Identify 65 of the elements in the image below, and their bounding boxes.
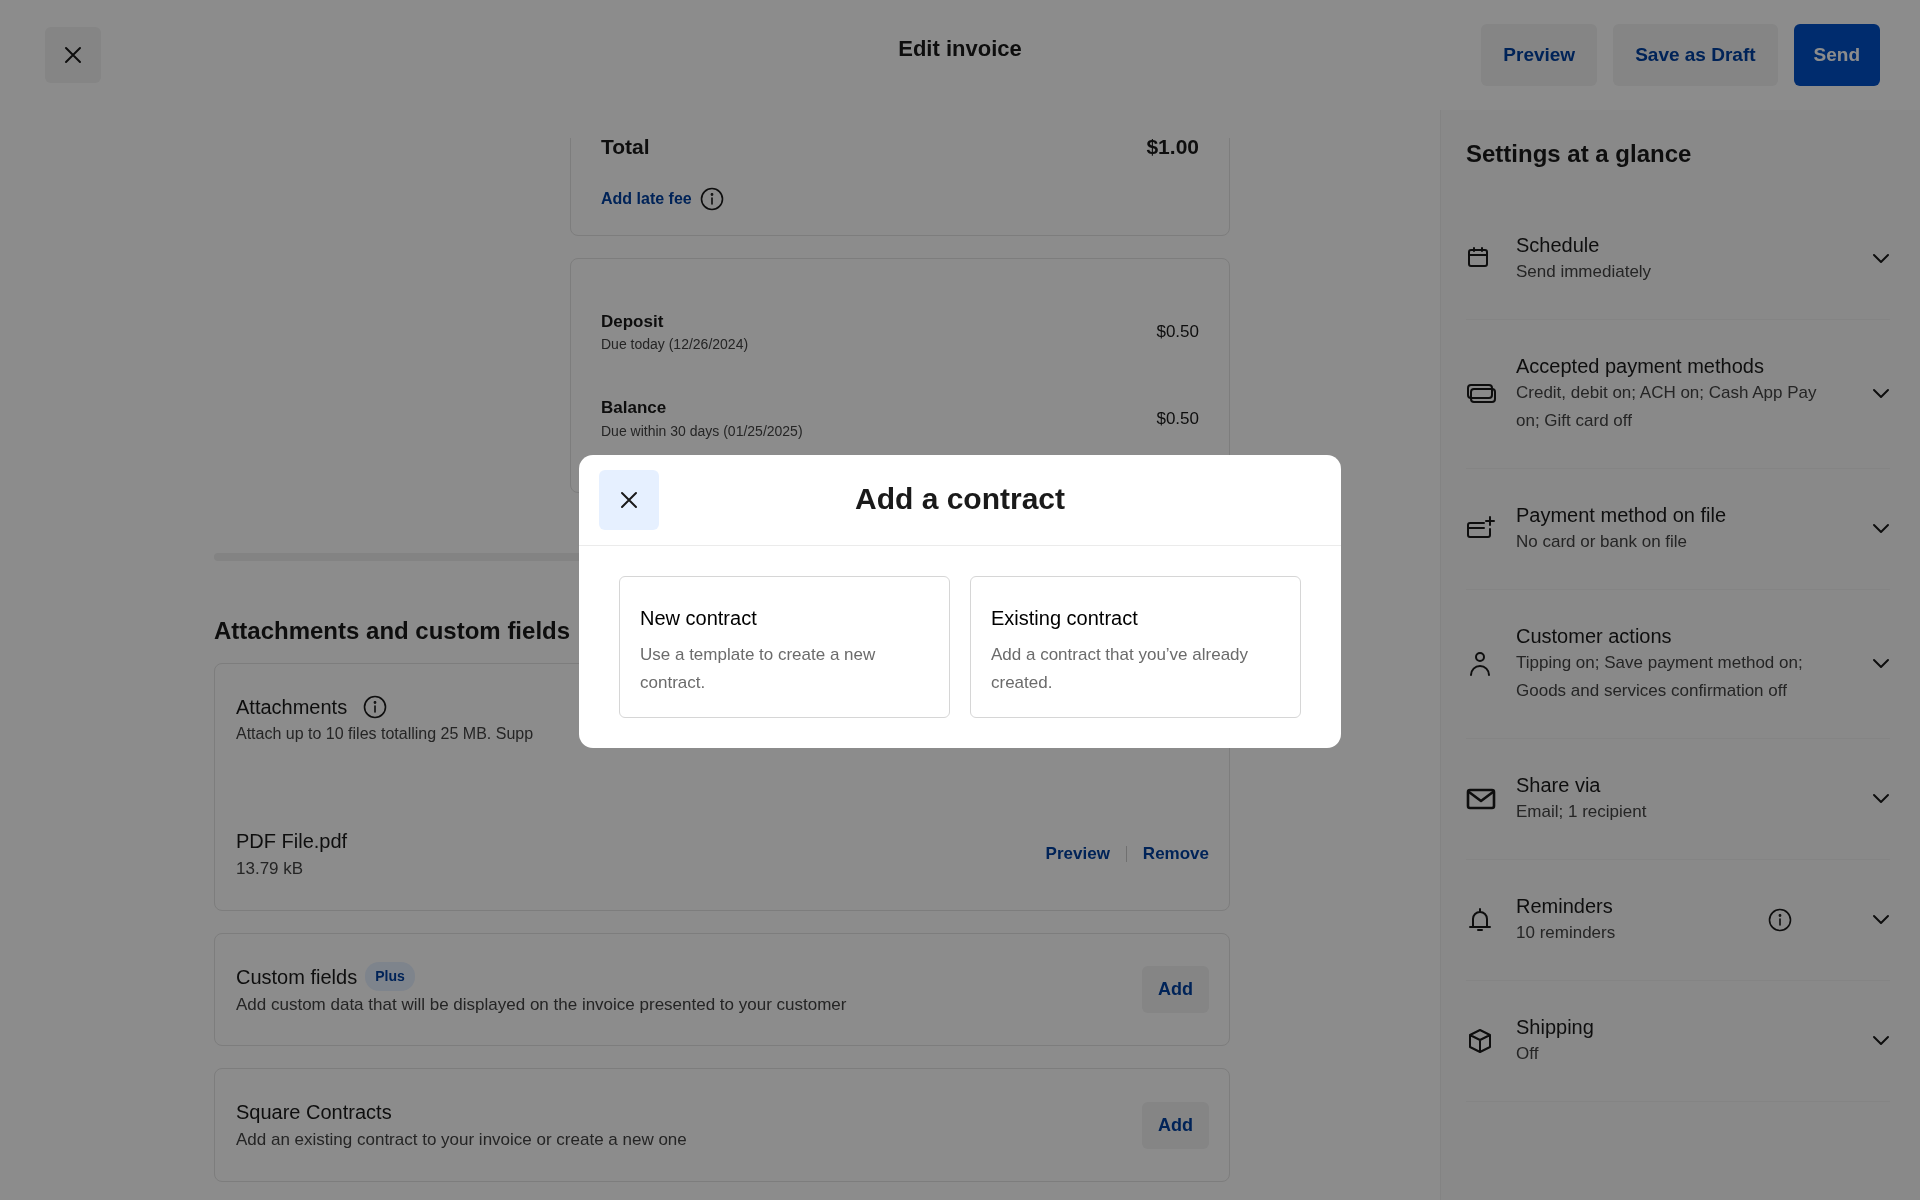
setting-title: Shipping xyxy=(1516,1014,1595,1040)
chevron-down-icon xyxy=(1872,793,1890,805)
toolbar-button[interactable]: Save as Draft xyxy=(1613,24,1778,86)
close-button[interactable] xyxy=(45,27,101,83)
setting-title: Payment method on file xyxy=(1516,502,1728,528)
card-description: Add custom data that will be displayed on the invoice presented to your customer xyxy=(236,993,847,1016)
file-action-link[interactable]: Remove xyxy=(1142,841,1209,867)
option-card[interactable]: Existing contract Add a contract that you’ve already created. xyxy=(970,576,1301,718)
file-action-link[interactable]: Preview xyxy=(1045,841,1110,867)
card-description: Add an existing contract to your invoice or create a new one xyxy=(236,1129,687,1152)
info-icon xyxy=(699,186,724,211)
total-label: Total xyxy=(601,138,650,160)
chevron-down-icon xyxy=(1872,388,1890,400)
close-icon xyxy=(64,46,82,64)
page-title: Edit invoice xyxy=(898,36,1022,63)
card-title: Square Contracts xyxy=(236,1100,392,1126)
setting-summary: Tipping on; Save payment method on; Goods and services confirmation off xyxy=(1516,651,1804,702)
setting-summary: Off xyxy=(1516,1042,1540,1065)
settings-row[interactable]: Schedule Send immediately xyxy=(1466,198,1890,320)
late-fee-link[interactable]: Add late fee xyxy=(601,186,692,211)
add-button[interactable]: Add xyxy=(1142,1101,1209,1149)
chevron-down-icon xyxy=(1872,523,1890,535)
payment-label: Balance xyxy=(601,397,668,419)
chevron-down-icon xyxy=(1872,253,1890,265)
add-button[interactable]: Add xyxy=(1142,966,1209,1014)
total-value: $1.00 xyxy=(1146,138,1199,160)
setting-summary: Credit, debit on; ACH on; Cash App Pay on; Gift card off xyxy=(1516,381,1818,432)
setting-title: Accepted payment methods xyxy=(1516,353,1765,379)
settings-row[interactable]: Reminders 10 reminders xyxy=(1466,859,1890,981)
setting-title: Customer actions xyxy=(1516,623,1673,649)
setting-summary: 10 reminders xyxy=(1516,921,1617,944)
payment-amount: $0.50 xyxy=(1156,407,1199,430)
setting-title: Share via xyxy=(1516,772,1602,798)
settings-row[interactable]: Shipping Off xyxy=(1466,980,1890,1102)
setting-summary: No card or bank on file xyxy=(1516,530,1689,553)
payment-due-date: Due within 30 days (01/25/2025) xyxy=(601,421,803,441)
settings-row[interactable]: Share via Email; 1 recipient xyxy=(1466,738,1890,860)
settings-row[interactable]: Customer actions Tipping on; Save payment method on; Goods and services confirmation off xyxy=(1466,589,1890,739)
chevron-down-icon xyxy=(1872,658,1890,670)
payment-amount: $0.50 xyxy=(1156,321,1199,343)
close-button[interactable] xyxy=(599,470,659,530)
card-title: Custom fields xyxy=(236,964,358,990)
setting-summary: Send immediately xyxy=(1516,260,1653,283)
setting-summary: Email; 1 recipient xyxy=(1516,800,1648,823)
sidebar-heading: Settings at a glance xyxy=(1466,140,1693,169)
payment-label: Deposit xyxy=(601,310,665,333)
setting-title: Reminders xyxy=(1516,893,1614,919)
setting-title: Schedule xyxy=(1516,232,1601,258)
send-button[interactable]: Send xyxy=(1793,24,1880,86)
file-size: 13.79 kB xyxy=(236,858,305,881)
card-title: Attachments xyxy=(236,695,348,721)
close-icon xyxy=(620,491,638,509)
dialog-title: Add a contract xyxy=(855,481,1065,517)
settings-row[interactable]: Accepted payment methods Credit, debit on; ACH on; Cash App Pay on; Gift card off xyxy=(1466,319,1890,469)
section-heading: Attachments and custom fields xyxy=(214,616,571,646)
payment-due-date: Due today (12/26/2024) xyxy=(601,335,749,354)
option-card[interactable]: New contract Use a template to create a new contract. xyxy=(619,576,950,718)
file-name: PDF File.pdf xyxy=(236,829,348,855)
chevron-down-icon xyxy=(1872,914,1890,926)
info-icon xyxy=(363,695,388,720)
plan-tag: Plus xyxy=(365,962,415,992)
settings-row[interactable]: Payment method on file No card or bank on file xyxy=(1466,468,1890,590)
toolbar-button[interactable]: Preview xyxy=(1481,24,1598,86)
card-description: Attach up to 10 files totalling 25 MB. Supp xyxy=(236,724,535,745)
chevron-down-icon xyxy=(1872,1035,1890,1047)
